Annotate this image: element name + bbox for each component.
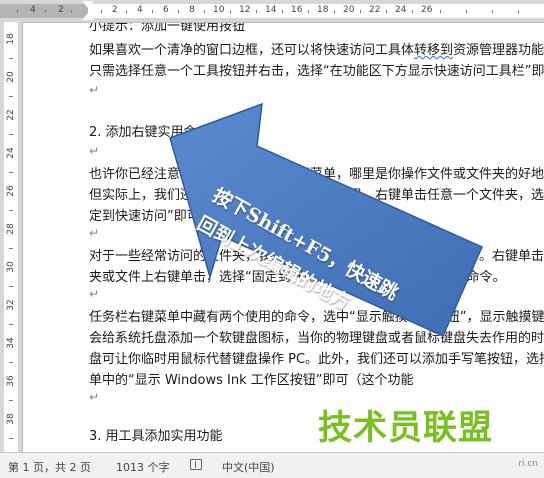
- corner-watermark-tag: ri.cn: [518, 459, 538, 469]
- language-indicator[interactable]: 中文(中国): [222, 459, 275, 475]
- page-count[interactable]: 第 1 页，共 2 页: [8, 459, 91, 475]
- word-count[interactable]: 1013 个字: [116, 459, 170, 475]
- watermark-logo-text: 技术员联盟: [318, 408, 493, 448]
- proofing-icon[interactable]: [190, 459, 202, 470]
- status-bar: 第 1 页，共 2 页 1013 个字 中文(中国) ri.cn: [0, 452, 544, 478]
